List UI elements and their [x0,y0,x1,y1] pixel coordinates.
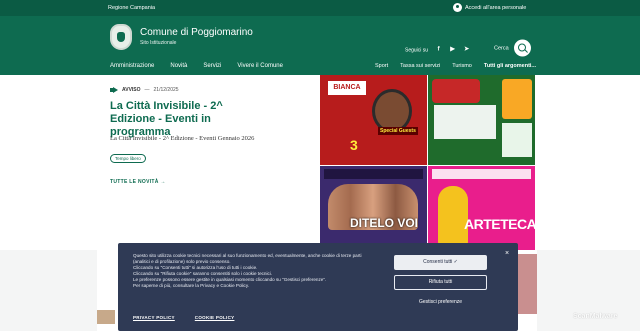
manage-preferences-button[interactable]: Gestisci preferenze [394,295,487,310]
nav-item-novita[interactable]: Novità [170,63,187,69]
accept-all-button[interactable]: Consenti tutti ✓ [394,255,487,270]
reject-all-button[interactable]: Rifiuta tutti [394,275,487,290]
event-posters-image[interactable]: BIANCA Special Guests 3 DITELO VOI ARTET… [320,75,535,250]
news-title[interactable]: La Città Invisibile - 2^ Edizione - Even… [110,100,270,139]
site-brand[interactable]: Comune di Poggiomarino Sito Istituzional… [140,27,253,46]
social-label: Seguici su [405,47,429,53]
topic-chip[interactable]: Tempo libero [110,154,146,163]
social-links: Seguici su f ▶ ➤ [405,47,470,54]
cookie-text: Questo sito utilizza cookie tecnici nece… [133,253,378,289]
news-meta: AVVISO — 21/12/2025 [110,87,179,93]
poster-bianca-banner: BIANCA [328,81,366,95]
user-icon [453,3,462,12]
search-label: Cerca [494,45,509,51]
privacy-policy-link[interactable]: PRIVACY POLICY [133,315,175,320]
site-header: Comune di Poggiomarino Sito Istituzional… [0,16,640,60]
poster-bianca-date: 3 [350,137,358,153]
main-navigation: Amministrazione Novità Servizi Vivere il… [0,60,640,75]
nav-item-vivere-il-comune[interactable]: Vivere il Comune [237,63,283,69]
nav-topic-sport[interactable]: Sport [375,63,388,69]
cookie-policy-link[interactable]: COOKIE POLICY [195,315,235,320]
cookie-policy-links: PRIVACY POLICY COOKIE POLICY [133,315,234,320]
nav-topics: Sport Tassa sui servizi Turismo Tutti gl… [375,63,536,69]
nav-item-servizi[interactable]: Servizi [203,63,221,69]
telegram-icon[interactable]: ➤ [463,47,470,54]
site-title: Comune di Poggiomarino [140,27,253,38]
cookie-banner: × Questo sito utilizza cookie tecnici ne… [118,243,518,331]
poster-green-event [428,75,535,165]
municipality-crest-logo[interactable] [110,24,132,50]
poster-bianca-text [328,99,368,129]
nav-item-amministrazione[interactable]: Amministrazione [110,63,154,69]
news-date: 21/12/2025 [153,87,179,93]
poster-arteteca-title: ARTETECA [464,216,535,232]
poster-bianca: BIANCA Special Guests 3 [320,75,427,165]
nav-topic-turismo[interactable]: Turismo [452,63,472,69]
all-news-link[interactable]: TUTTE LE NOVITÀ → [110,179,166,185]
nav-topic-tassa[interactable]: Tassa sui servizi [400,63,440,69]
nav-main-items: Amministrazione Novità Servizi Vivere il… [110,63,283,69]
news-description: La Città Invisibile - 2^ Edizione - Even… [110,135,255,142]
news-category: AVVISO [122,87,141,93]
top-bar: Regione Campania Accedi all'area persona… [0,0,640,16]
site-subtitle: Sito Istituzionale [140,40,177,46]
megaphone-icon [110,87,118,93]
cookie-line: Per saperne di più, consultare la Privac… [133,283,250,288]
poster-ditelo-voi: DITELO VOI [320,166,427,250]
poster-ditelo-voi-title: DITELO VOI [350,216,419,230]
search-icon[interactable] [513,39,531,57]
scanmalware-watermark: ScanMalware [573,313,618,320]
search-area: Cerca [494,39,531,57]
youtube-icon[interactable]: ▶ [449,47,456,54]
region-link[interactable]: Regione Campania [108,5,155,11]
login-label: Accedi all'area personale [465,4,527,11]
facebook-icon[interactable]: f [435,47,442,54]
nav-all-topics[interactable]: Tutti gli argomenti... [484,63,536,69]
login-link[interactable]: Accedi all'area personale [453,3,526,12]
cookie-line: Questo sito utilizza cookie tecnici nece… [133,253,362,264]
close-icon[interactable]: × [505,250,509,257]
poster-special-guests: Special Guests [378,127,418,135]
poster-arteteca: ARTETECA [428,166,535,250]
